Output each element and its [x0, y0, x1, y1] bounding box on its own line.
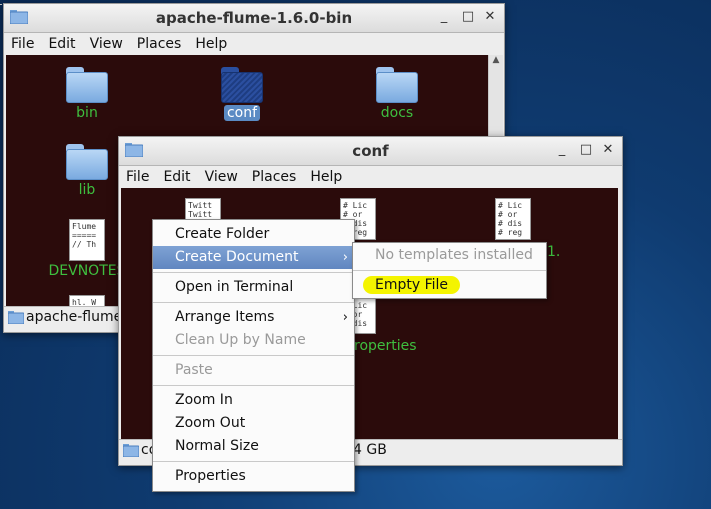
close-button[interactable]: ✕ [482, 8, 498, 26]
menu-separator [153, 272, 354, 273]
folder-icon [376, 67, 418, 103]
item-label-fragment: roperties [354, 338, 417, 354]
menu-places[interactable]: Places [245, 166, 304, 188]
menu-file[interactable]: File [119, 166, 156, 188]
window-title: apache-flume-1.6.0-bin [155, 9, 353, 27]
menu-separator [353, 270, 546, 271]
menu-item-zoom-out[interactable]: Zoom Out [153, 412, 354, 435]
menu-item-properties[interactable]: Properties [153, 465, 354, 488]
folder-icon [8, 311, 24, 324]
titlebar[interactable]: apache-flume-1.6.0-bin _ □ ✕ [4, 4, 504, 33]
item-label: bin [76, 105, 98, 121]
item-label: lib [78, 182, 96, 198]
menu-help[interactable]: Help [303, 166, 349, 188]
menu-item-normal-size[interactable]: Normal Size [153, 435, 354, 458]
menu-view[interactable]: View [198, 166, 245, 188]
menu-separator [153, 355, 354, 356]
menu-separator [153, 302, 354, 303]
menu-separator [153, 461, 354, 462]
minimize-button[interactable]: _ [436, 8, 452, 26]
menu-help[interactable]: Help [188, 33, 234, 55]
text-file-icon: # Lic # or # dis # reg [495, 198, 531, 240]
titlebar[interactable]: conf _ □ ✕ [119, 137, 622, 166]
minimize-button[interactable]: _ [554, 141, 570, 159]
item-label-fragment: 1. [547, 244, 561, 260]
folder-icon [123, 444, 139, 457]
close-button[interactable]: ✕ [600, 141, 616, 159]
menu-file[interactable]: File [4, 33, 41, 55]
folder-icon [221, 67, 263, 103]
menu-separator [153, 385, 354, 386]
menu-item-label: Create Document [175, 249, 299, 265]
menu-item-arrange-items[interactable]: Arrange Items › [153, 306, 354, 329]
menu-item-label: Arrange Items [175, 309, 275, 325]
empty-file-label: Empty File [363, 276, 461, 294]
menu-item-no-templates: No templates installed [375, 247, 533, 263]
create-document-submenu: No templates installed Empty File [352, 242, 547, 299]
status-text: apache-flume- [26, 309, 128, 325]
menu-edit[interactable]: Edit [41, 33, 82, 55]
menu-places[interactable]: Places [130, 33, 189, 55]
menu-edit[interactable]: Edit [156, 166, 197, 188]
maximize-button[interactable]: □ [578, 141, 594, 159]
window-title: conf [352, 142, 389, 160]
text-file-icon: Flume ===== // Th [69, 219, 105, 261]
context-menu: Create Folder Create Document › Open in … [152, 219, 355, 492]
folder-item-docs[interactable]: docs [352, 67, 442, 121]
folder-item-conf[interactable]: conf [197, 67, 287, 121]
menu-item-zoom-in[interactable]: Zoom In [153, 389, 354, 412]
menu-item-paste: Paste [175, 362, 213, 378]
menu-item-create-folder[interactable]: Create Folder [153, 223, 354, 246]
menu-item-clean-up-by-name: Clean Up by Name [175, 332, 306, 348]
menu-item-empty-file[interactable]: Empty File [353, 274, 546, 297]
maximize-button[interactable]: □ [460, 8, 476, 26]
item-label: DEVNOTES [48, 263, 126, 279]
folder-icon [66, 144, 108, 180]
submenu-arrow-icon: › [342, 310, 348, 325]
scroll-up-arrow-icon[interactable]: ▲ [489, 55, 503, 69]
item-label: docs [380, 105, 414, 121]
menubar: File Edit View Places Help [4, 33, 504, 55]
folder-icon [66, 67, 108, 103]
item-label: conf [223, 105, 261, 121]
free-space-text: 4 GB [353, 442, 387, 458]
menu-item-create-document[interactable]: Create Document › [153, 246, 354, 269]
menubar: File Edit View Places Help [119, 166, 622, 188]
menu-item-open-in-terminal[interactable]: Open in Terminal [153, 276, 354, 299]
menu-view[interactable]: View [83, 33, 130, 55]
folder-item-bin[interactable]: bin [42, 67, 132, 121]
submenu-arrow-icon: › [342, 250, 348, 265]
file-item[interactable]: # Lic # or # dis # reg [468, 198, 558, 240]
